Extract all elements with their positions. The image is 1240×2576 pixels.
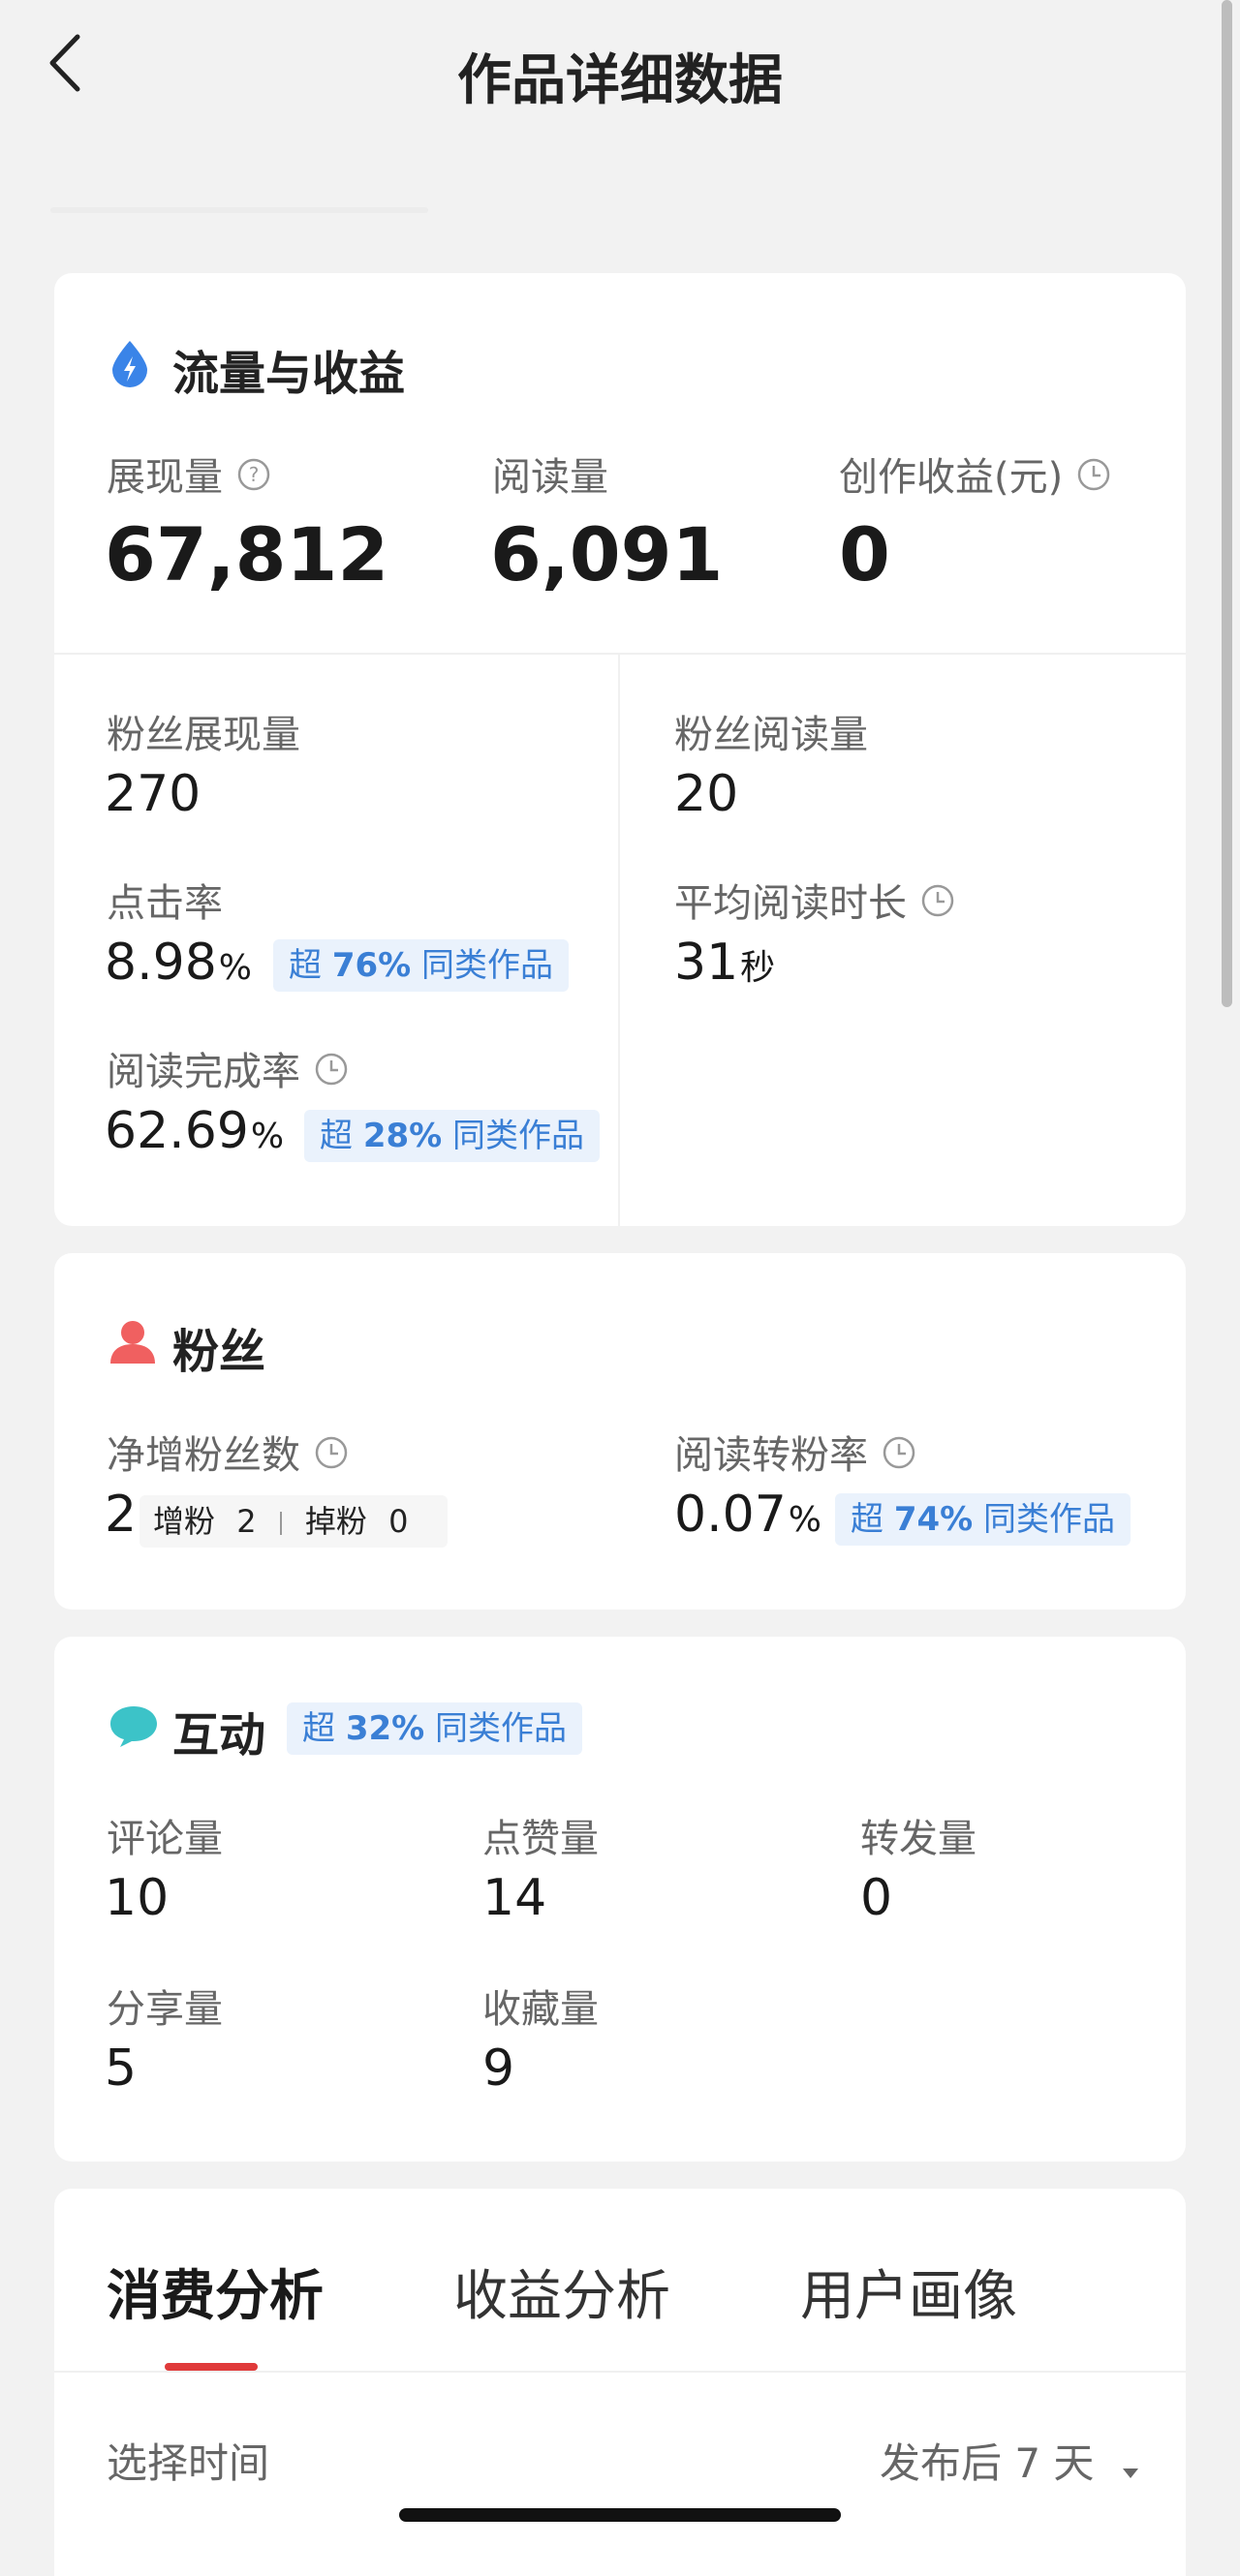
clock-icon[interactable]	[314, 1435, 349, 1480]
interaction-compare-badge: 超 32% 同类作品	[287, 1702, 583, 1755]
interaction-card: 互动 超 32% 同类作品 评论量 10 点赞量 14 转发量 0 分享量 5 …	[54, 1637, 1186, 2162]
gain-value: 2	[236, 1503, 257, 1540]
comments-value: 10	[105, 1869, 170, 1927]
user-icon	[108, 1319, 157, 1365]
scrollbar[interactable]	[1222, 0, 1232, 1007]
badge-value: 28%	[362, 1117, 443, 1155]
question-circle-icon[interactable]: ?	[236, 457, 271, 502]
earnings-label-text: 创作收益(元)	[839, 455, 1064, 500]
fan-reads-label: 粉丝阅读量	[674, 713, 868, 757]
divider	[54, 2371, 1186, 2373]
shares-label: 分享量	[107, 1987, 223, 2032]
badge-suffix: 同类作品	[435, 1709, 568, 1748]
traffic-card: 流量与收益 展现量? 67,812 阅读量 6,091 创作收益(元) 0 粉丝…	[54, 273, 1186, 1226]
clock-icon[interactable]	[314, 1052, 349, 1096]
section-title: 流量与收益	[172, 347, 406, 401]
top-bar: 作品详细数据	[0, 0, 1240, 145]
active-tab-indicator	[165, 2363, 258, 2371]
comments-label: 评论量	[107, 1817, 223, 1861]
divider	[50, 207, 428, 213]
shares-value: 5	[105, 2039, 138, 2098]
avg-read-time-value: 31秒	[674, 934, 775, 992]
gain-loss-chip: 增粉 2 掉粉 0	[140, 1495, 448, 1548]
drop-lightning-icon	[108, 339, 151, 389]
badge-suffix: 同类作品	[983, 1500, 1116, 1539]
net-gain-label: 净增粉丝数	[107, 1424, 349, 1480]
favorites-value: 9	[482, 2039, 515, 2098]
earnings-label: 创作收益(元)	[839, 445, 1111, 502]
badge-prefix: 超	[289, 946, 322, 985]
section-title: 互动	[172, 1708, 266, 1763]
divider	[618, 655, 620, 1226]
tab-earnings-analysis[interactable]: 收益分析	[453, 2253, 670, 2331]
ctr-value: 8.98%	[105, 934, 252, 992]
likes-label: 点赞量	[482, 1817, 599, 1861]
completion-label: 阅读完成率	[107, 1040, 349, 1096]
time-select-value: 发布后 7 天	[880, 2439, 1095, 2487]
favorites-label: 收藏量	[482, 1987, 599, 2032]
divider	[54, 653, 1186, 655]
svg-text:?: ?	[249, 463, 260, 486]
fan-impressions-label: 粉丝展现量	[107, 713, 300, 757]
impressions-label-text: 展现量	[107, 455, 223, 500]
completion-value: 62.69%	[105, 1102, 284, 1160]
impressions-label: 展现量?	[107, 445, 271, 502]
badge-prefix: 超	[320, 1117, 353, 1155]
reads-label: 阅读量	[492, 455, 608, 500]
tab-user-profile[interactable]: 用户画像	[800, 2253, 1017, 2331]
badge-value: 76%	[331, 946, 412, 985]
avg-read-time-unit: 秒	[740, 948, 776, 988]
completion-number: 62.69	[105, 1102, 249, 1160]
clock-icon[interactable]	[920, 883, 955, 928]
conversion-label-text: 阅读转粉率	[674, 1433, 868, 1478]
chat-bubble-icon	[108, 1702, 159, 1749]
conversion-value: 0.07%	[674, 1486, 822, 1544]
divider	[279, 1512, 282, 1535]
earnings-value: 0	[839, 511, 890, 598]
clock-icon[interactable]	[882, 1435, 916, 1480]
loss-label: 掉粉	[304, 1503, 367, 1540]
time-select-label: 选择时间	[107, 2439, 270, 2487]
avg-read-time-number: 31	[674, 934, 739, 992]
caret-down-icon	[1121, 2442, 1140, 2490]
badge-prefix: 超	[851, 1500, 884, 1539]
reposts-label: 转发量	[860, 1817, 976, 1861]
reads-value: 6,091	[490, 511, 724, 598]
conversion-label: 阅读转粉率	[674, 1424, 916, 1480]
conversion-number: 0.07	[674, 1486, 787, 1544]
ctr-number: 8.98	[105, 934, 217, 992]
avg-read-time-label: 平均阅读时长	[674, 872, 955, 928]
likes-value: 14	[482, 1869, 547, 1927]
net-gain-label-text: 净增粉丝数	[107, 1433, 300, 1478]
badge-value: 32%	[345, 1709, 425, 1748]
completion-label-text: 阅读完成率	[107, 1050, 300, 1094]
completion-unit: %	[250, 1117, 285, 1156]
loss-value: 0	[388, 1503, 409, 1540]
badge-prefix: 超	[302, 1709, 335, 1748]
section-title: 粉丝	[172, 1325, 266, 1379]
completion-compare-badge: 超 28% 同类作品	[304, 1110, 601, 1162]
net-gain-value: 2	[105, 1486, 138, 1544]
ctr-label: 点击率	[107, 881, 223, 926]
avg-read-time-label-text: 平均阅读时长	[674, 881, 907, 926]
home-indicator	[399, 2508, 841, 2522]
badge-suffix: 同类作品	[421, 946, 554, 985]
time-select-dropdown[interactable]: 发布后 7 天	[880, 2431, 1140, 2490]
conversion-unit: %	[788, 1500, 822, 1540]
tab-consumption-analysis[interactable]: 消费分析	[107, 2253, 324, 2331]
ctr-unit: %	[218, 948, 252, 988]
ctr-compare-badge: 超 76% 同类作品	[273, 939, 570, 992]
fans-card: 粉丝 净增粉丝数 2 增粉 2 掉粉 0 阅读转粉率 0.07% 超 74% 同…	[54, 1253, 1186, 1610]
page-title: 作品详细数据	[457, 49, 783, 112]
clock-icon[interactable]	[1076, 457, 1111, 502]
badge-suffix: 同类作品	[452, 1117, 585, 1155]
reposts-value: 0	[860, 1869, 893, 1927]
impressions-value: 67,812	[105, 511, 389, 598]
badge-value: 74%	[893, 1500, 974, 1539]
fan-reads-value: 20	[674, 765, 739, 823]
conversion-compare-badge: 超 74% 同类作品	[835, 1493, 1132, 1546]
gain-label: 增粉	[153, 1503, 216, 1540]
fan-impressions-value: 270	[105, 765, 202, 823]
